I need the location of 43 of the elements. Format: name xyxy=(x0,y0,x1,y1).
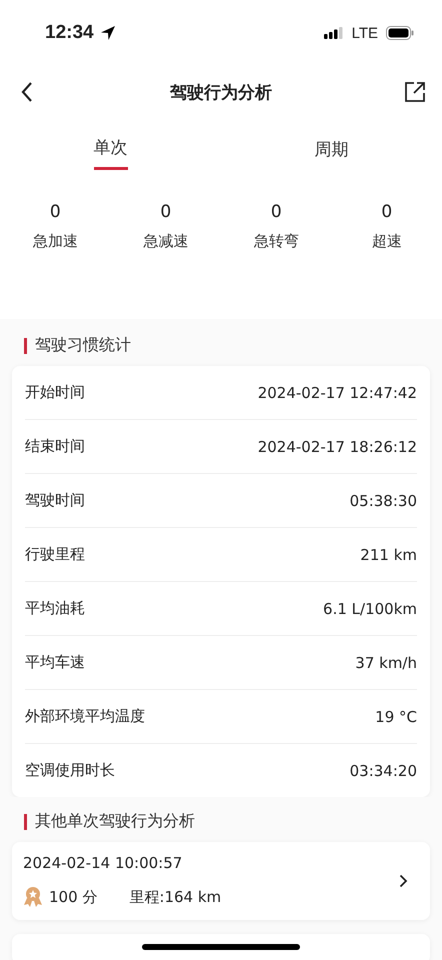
stat-label: 急减速 xyxy=(143,232,188,251)
page-title: 驾驶行为分析 xyxy=(170,82,272,104)
row-value: 6.1 L/100km xyxy=(323,600,417,618)
row-label: 空调使用时长 xyxy=(25,761,115,780)
stat-value: 0 xyxy=(270,202,282,222)
battery-icon xyxy=(386,26,414,40)
row-label: 驾驶时间 xyxy=(25,491,85,510)
medal-icon xyxy=(23,886,43,908)
tab[interactable]: 周期 xyxy=(314,132,348,170)
score-text: 100 分 xyxy=(49,888,98,906)
stat-value: 0 xyxy=(160,202,172,222)
record-time: 2024-02-14 10:00:57 xyxy=(23,854,184,872)
stat-label: 急转弯 xyxy=(254,232,299,251)
stat-value: 0 xyxy=(50,202,61,222)
row-label: 开始时间 xyxy=(25,383,85,402)
row-label: 行驶里程 xyxy=(25,545,85,564)
row-value: 03:34:20 xyxy=(350,762,417,780)
tab[interactable]: 单次 xyxy=(94,132,128,170)
row-label: 外部环境平均温度 xyxy=(25,707,145,726)
row-value: 05:38:30 xyxy=(350,492,417,510)
row-value: 2024-02-17 12:47:42 xyxy=(258,384,417,402)
row-value: 19 °C xyxy=(375,708,417,726)
row-value: 2024-02-17 18:26:12 xyxy=(258,438,417,456)
stat-label: 超速 xyxy=(372,232,402,251)
chevron-left-icon xyxy=(21,81,33,103)
row-label: 平均车速 xyxy=(25,653,85,672)
row-value: 211 km xyxy=(360,546,417,564)
record-card[interactable]: 2024-02-14 10:00:57 100 分 里程:164 km xyxy=(12,842,430,920)
status-time: 12:34 xyxy=(45,22,94,44)
network-label: LTE xyxy=(352,24,378,42)
share-icon xyxy=(404,81,426,103)
stat-value: 0 xyxy=(381,202,392,222)
chevron-right-icon xyxy=(399,874,408,888)
location-arrow-icon xyxy=(100,25,116,41)
section-title: 其他单次驾驶行为分析 xyxy=(35,811,195,832)
row-value: 37 km/h xyxy=(355,654,417,672)
section-title: 驾驶习惯统计 xyxy=(35,335,131,356)
row-label: 平均油耗 xyxy=(25,599,85,618)
mileage-text: 里程:164 km xyxy=(129,888,222,906)
signal-icon xyxy=(324,27,344,39)
stat-label: 急加速 xyxy=(32,232,78,251)
share-button[interactable] xyxy=(402,79,428,105)
row-label: 结束时间 xyxy=(25,437,85,456)
